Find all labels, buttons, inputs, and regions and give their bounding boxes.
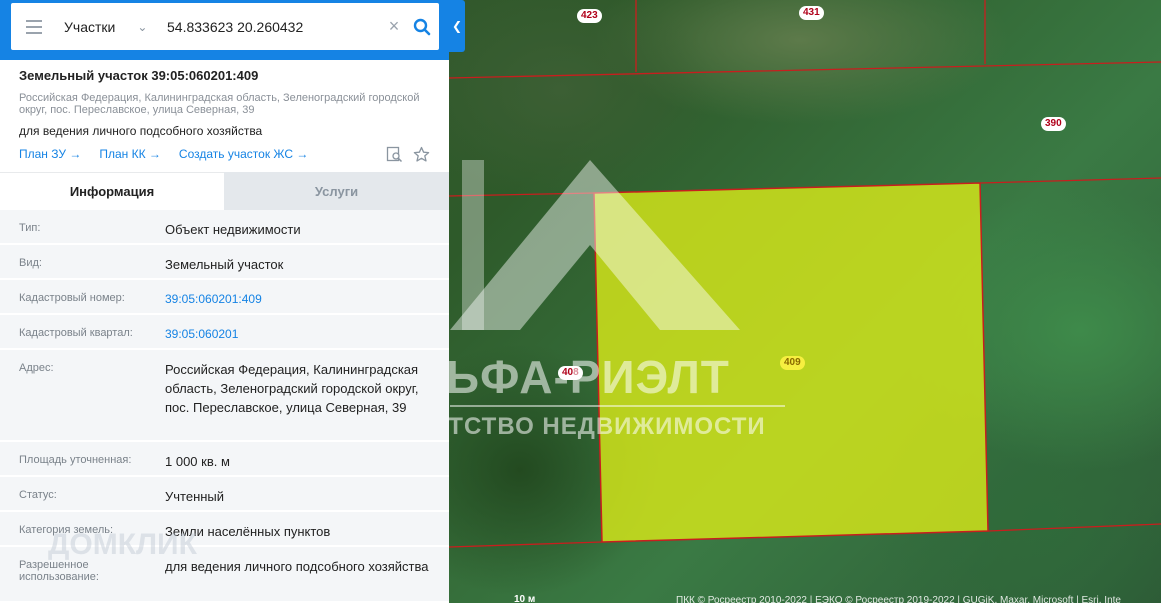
row-label: Кадастровый квартал: bbox=[19, 327, 133, 339]
watermark-logo-bar bbox=[462, 160, 484, 330]
chevron-left-icon: ❮ bbox=[451, 19, 463, 33]
search-icon[interactable] bbox=[405, 3, 439, 50]
row-value: для ведения личного подсобного хозяйства bbox=[165, 559, 429, 574]
collapse-panel-button[interactable]: ❮ bbox=[449, 0, 465, 52]
object-actions bbox=[386, 146, 430, 163]
cadastral-quarter-link[interactable]: 39:05:060201 bbox=[165, 315, 435, 348]
row-label: Площадь уточненная: bbox=[19, 454, 132, 466]
search-mode-label: Участки bbox=[64, 18, 116, 35]
search-mode-select[interactable]: Участки ⌄ bbox=[57, 3, 167, 50]
table-row: Статус: Учтенный bbox=[0, 477, 449, 512]
plot-boundary bbox=[979, 177, 1161, 184]
table-row: Кадастровый квартал: 39:05:060201 bbox=[0, 315, 449, 350]
plot-boundary bbox=[987, 523, 1161, 532]
map-attribution: ПКК © Росреестр 2010-2022 | ЕЭКО © Росре… bbox=[676, 595, 1121, 603]
plan-zu-link[interactable]: План ЗУ → bbox=[19, 147, 81, 161]
info-panel: Участки ⌄ × Земельный участок 39:05:0602… bbox=[0, 0, 449, 603]
plot-label-selected[interactable]: 409 bbox=[780, 356, 805, 370]
menu-icon[interactable] bbox=[11, 3, 57, 50]
row-label: Кадастровый номер: bbox=[19, 292, 125, 304]
table-row: Тип: Объект недвижимости bbox=[0, 210, 449, 245]
search-input[interactable] bbox=[167, 3, 383, 50]
plot-label[interactable]: 390 bbox=[1041, 117, 1066, 131]
document-search-icon[interactable] bbox=[386, 146, 403, 163]
table-row: Адрес: Российская Федерация, Калининград… bbox=[0, 350, 449, 442]
tab-bar: Информация Услуги bbox=[0, 172, 449, 210]
object-purpose: для ведения личного подсобного хозяйства bbox=[19, 124, 263, 138]
row-value: Земли населённых пунктов bbox=[165, 524, 331, 539]
star-icon[interactable] bbox=[413, 146, 430, 163]
tab-info[interactable]: Информация bbox=[0, 172, 224, 210]
create-plot-link[interactable]: Создать участок ЖС → bbox=[179, 147, 308, 161]
chevron-down-icon: ⌄ bbox=[137, 19, 148, 34]
object-address: Российская Федерация, Калининградская об… bbox=[19, 92, 420, 116]
table-row: Кадастровый номер: 39:05:060201:409 bbox=[0, 280, 449, 315]
object-links: План ЗУ → План КК → Создать участок ЖС → bbox=[19, 147, 308, 161]
map-scale: 10 м bbox=[514, 594, 536, 603]
row-value: Земельный участок bbox=[165, 257, 284, 272]
plot-boundary bbox=[448, 61, 1161, 79]
search-bar: Участки ⌄ × bbox=[0, 0, 449, 60]
close-icon[interactable]: × bbox=[383, 16, 405, 37]
object-title: Земельный участок 39:05:060201:409 bbox=[19, 68, 259, 83]
row-value: Объект недвижимости bbox=[165, 222, 301, 237]
plot-boundary bbox=[448, 541, 603, 548]
plan-kk-link[interactable]: План КК → bbox=[99, 147, 161, 161]
plot-label[interactable]: 431 bbox=[799, 6, 824, 20]
row-label: Вид: bbox=[19, 257, 42, 269]
watermark-corner: ДОМКЛИК bbox=[48, 528, 197, 561]
table-row: Площадь уточненная: 1 000 кв. м bbox=[0, 442, 449, 477]
row-label: Статус: bbox=[19, 489, 57, 501]
row-label: Адрес: bbox=[19, 362, 54, 374]
table-row: Вид: Земельный участок bbox=[0, 245, 449, 280]
search-box: Участки ⌄ × bbox=[11, 3, 439, 50]
row-value: 1 000 кв. м bbox=[165, 454, 230, 469]
row-value: Учтенный bbox=[165, 489, 225, 504]
plot-label[interactable]: 423 bbox=[577, 9, 602, 23]
tab-services[interactable]: Услуги bbox=[224, 172, 449, 210]
row-label: Тип: bbox=[19, 222, 41, 234]
cadastral-number-link[interactable]: 39:05:060201:409 bbox=[165, 280, 435, 313]
row-value: Российская Федерация, Калининградская об… bbox=[165, 362, 419, 415]
